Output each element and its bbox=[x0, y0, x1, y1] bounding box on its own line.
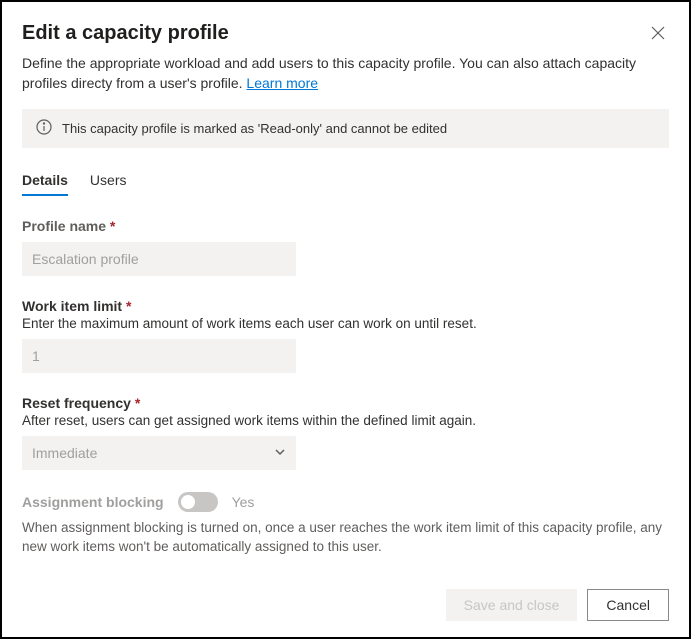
reset-frequency-field: Reset frequency * After reset, users can… bbox=[22, 395, 669, 470]
assignment-blocking-value: Yes bbox=[232, 494, 255, 510]
dialog-title: Edit a capacity profile bbox=[22, 22, 229, 45]
cancel-button[interactable]: Cancel bbox=[587, 589, 669, 621]
form-content: Profile name * Work item limit * Enter t… bbox=[22, 218, 669, 573]
dialog-description: Define the appropriate workload and add … bbox=[22, 53, 669, 93]
readonly-banner: This capacity profile is marked as 'Read… bbox=[22, 109, 669, 148]
reset-frequency-select[interactable]: Immediate bbox=[22, 436, 296, 470]
profile-name-input[interactable] bbox=[22, 242, 296, 276]
reset-frequency-label: Reset frequency * bbox=[22, 395, 669, 411]
assignment-blocking-row: Assignment blocking Yes bbox=[22, 492, 669, 512]
edit-capacity-profile-dialog: Edit a capacity profile Define the appro… bbox=[2, 2, 689, 637]
work-item-limit-label: Work item limit * bbox=[22, 298, 669, 314]
info-icon bbox=[36, 119, 52, 138]
work-item-limit-help: Enter the maximum amount of work items e… bbox=[22, 316, 669, 331]
work-item-limit-field: Work item limit * Enter the maximum amou… bbox=[22, 298, 669, 373]
assignment-blocking-help: When assignment blocking is turned on, o… bbox=[22, 518, 669, 556]
required-indicator: * bbox=[110, 218, 115, 234]
assignment-blocking-label: Assignment blocking bbox=[22, 494, 164, 510]
description-text: Define the appropriate workload and add … bbox=[22, 55, 636, 91]
save-and-close-button[interactable]: Save and close bbox=[446, 589, 578, 621]
required-indicator: * bbox=[135, 395, 140, 411]
tab-users[interactable]: Users bbox=[90, 166, 127, 196]
reset-frequency-help: After reset, users can get assigned work… bbox=[22, 413, 669, 428]
banner-text: This capacity profile is marked as 'Read… bbox=[62, 121, 447, 136]
close-icon bbox=[651, 27, 665, 43]
required-indicator: * bbox=[126, 298, 131, 314]
tab-details[interactable]: Details bbox=[22, 166, 68, 196]
tabs: Details Users bbox=[22, 166, 669, 196]
toggle-thumb bbox=[181, 495, 195, 509]
close-button[interactable] bbox=[647, 22, 669, 47]
profile-name-field: Profile name * bbox=[22, 218, 669, 276]
dialog-header: Edit a capacity profile bbox=[22, 22, 669, 47]
learn-more-link[interactable]: Learn more bbox=[246, 75, 318, 91]
reset-frequency-value: Immediate bbox=[32, 445, 97, 461]
assignment-blocking-toggle[interactable] bbox=[178, 492, 218, 512]
work-item-limit-input[interactable] bbox=[22, 339, 296, 373]
chevron-down-icon bbox=[274, 445, 286, 461]
profile-name-label: Profile name * bbox=[22, 218, 669, 234]
dialog-footer: Save and close Cancel bbox=[22, 573, 669, 637]
assignment-blocking-field: Assignment blocking Yes When assignment … bbox=[22, 492, 669, 556]
